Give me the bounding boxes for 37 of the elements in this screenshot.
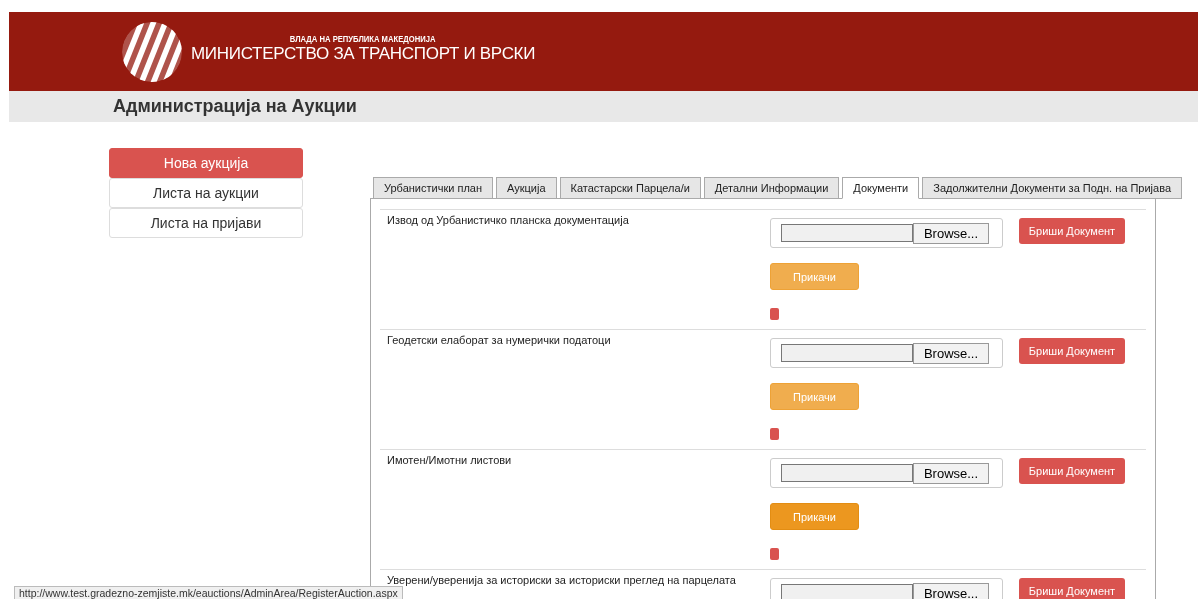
page-title: Администрација на Аукции: [113, 96, 357, 117]
tab[interactable]: Урбанистички план: [373, 177, 493, 199]
logo-icon: [121, 20, 183, 83]
tab[interactable]: Документи: [842, 177, 920, 199]
file-upload-field[interactable]: Browse...: [770, 338, 1003, 368]
delete-document-button[interactable]: Бриши Документ: [1019, 578, 1125, 599]
status-marker: [770, 308, 779, 320]
status-bar-url: http://www.test.gradezno-zemjiste.mk/eauctions/AdminArea/RegisterAuction.aspx: [14, 586, 403, 599]
file-upload-field[interactable]: Browse...: [770, 578, 1003, 599]
tab[interactable]: Катастарски Парцела/и: [559, 177, 701, 199]
document-label: Уверени/уверенија за историски за историски преглед на парцелата: [387, 574, 737, 586]
file-upload-field[interactable]: Browse...: [770, 458, 1003, 488]
file-path-input[interactable]: [781, 344, 913, 362]
delete-document-button[interactable]: Бриши Документ: [1019, 338, 1125, 364]
document-label: Имотен/Имотни листови: [387, 454, 513, 466]
file-path-input[interactable]: [781, 464, 913, 482]
document-label: Геодетски елаборат за нумерички податоци: [387, 334, 612, 346]
status-marker: [770, 548, 779, 560]
tab[interactable]: Задолжителни Документи за Подн. на Пријава: [922, 177, 1183, 199]
government-subtitle: ВЛАДА НА РЕПУБЛИКА МАКЕДОНИЈА: [290, 33, 436, 44]
sidebar-item[interactable]: Листа на пријави: [109, 208, 303, 238]
delete-document-button[interactable]: Бриши Документ: [1019, 458, 1125, 484]
status-marker: [770, 428, 779, 440]
file-path-input[interactable]: [781, 584, 913, 599]
browse-button[interactable]: Browse...: [913, 342, 989, 364]
tab[interactable]: Детални Информации: [703, 177, 840, 199]
file-upload-field[interactable]: Browse...: [770, 218, 1003, 248]
tab[interactable]: Аукција: [496, 177, 557, 199]
browse-button[interactable]: Browse...: [913, 582, 989, 599]
file-path-input[interactable]: [781, 224, 913, 242]
browse-button[interactable]: Browse...: [913, 462, 989, 484]
document-label: Извод од Урбанистичко планска документација: [387, 214, 630, 226]
delete-document-button[interactable]: Бриши Документ: [1019, 218, 1125, 244]
sidebar-item[interactable]: Листа на аукции: [109, 178, 303, 208]
sidebar-item[interactable]: Нова аукција: [109, 148, 303, 178]
browse-button[interactable]: Browse...: [913, 222, 989, 244]
ministry-title: МИНИСТЕРСТВО ЗА ТРАНСПОРТ И ВРСКИ: [191, 43, 536, 64]
